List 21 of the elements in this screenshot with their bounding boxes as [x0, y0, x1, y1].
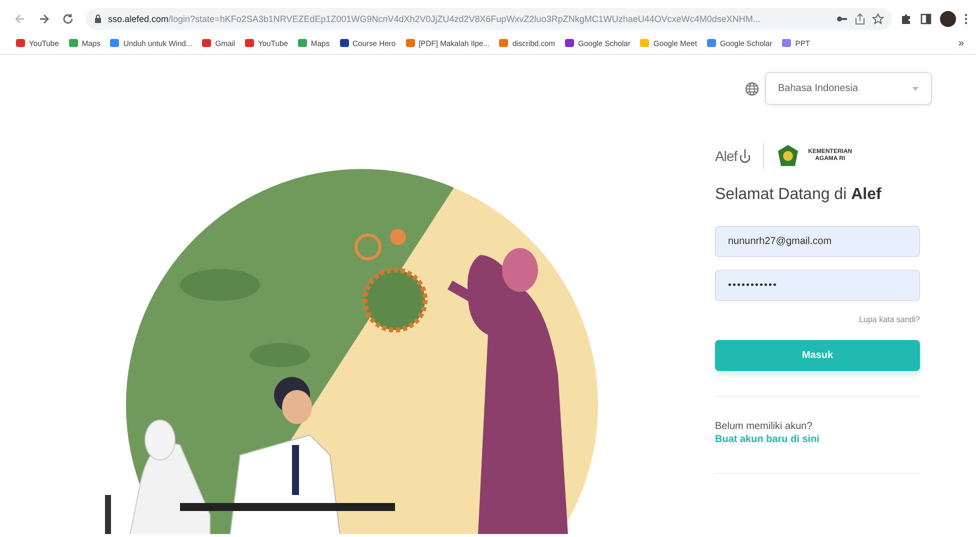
emblem-icon	[776, 144, 800, 168]
dropdown-caret-icon	[912, 86, 919, 90]
lock-icon	[94, 14, 102, 24]
reload-icon[interactable]	[62, 13, 74, 25]
address-bar[interactable]: sso.alefed.com/login?state=hKFo2SA3b1NRVEZEdEp1Z001WG9NcnV4dXh2V0JjZU4zd2V8X6FupWxvZ2luo3RpZNkgMC1WUzhaeU44OVcxeWc4M0dseXNHM...	[86, 8, 892, 30]
star-icon[interactable]	[872, 13, 884, 25]
side-panel-icon[interactable]	[920, 13, 932, 25]
welcome-heading: Selamat Datang di Alef	[715, 186, 882, 204]
globe-icon	[745, 82, 759, 96]
forward-icon[interactable]	[38, 13, 50, 25]
password-field[interactable]: •••••••••••	[715, 270, 920, 301]
language-select[interactable]: Bahasa Indonesia	[765, 72, 932, 105]
more-bookmarks-button[interactable]: »	[958, 38, 964, 48]
email-field[interactable]: nununrh27@gmail.com	[715, 226, 920, 257]
share-icon[interactable]	[854, 13, 866, 25]
forgot-password-link[interactable]: Lupa kata sandi?	[859, 315, 920, 324]
menu-icon[interactable]	[964, 13, 968, 25]
signup-prompt: Belum memiliki akun?	[715, 421, 814, 432]
profile-avatar[interactable]	[940, 11, 956, 27]
puzzle-icon[interactable]	[900, 13, 912, 25]
alef-logo: Alef	[715, 146, 752, 166]
